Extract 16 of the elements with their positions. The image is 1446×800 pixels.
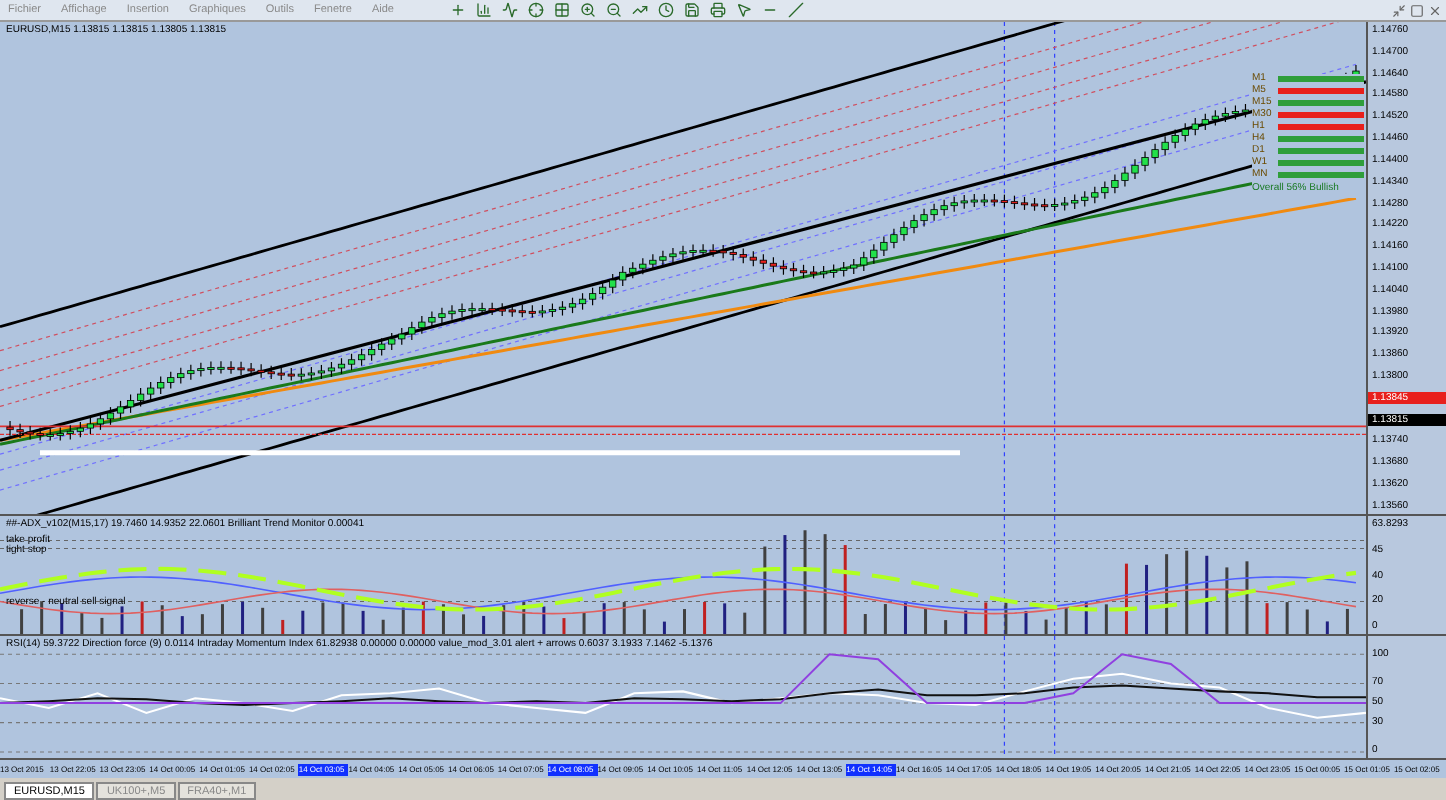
save-icon[interactable]: [683, 2, 700, 18]
printer-icon[interactable]: [709, 2, 726, 18]
zoom-in-icon[interactable]: [579, 2, 596, 18]
add-chart-icon[interactable]: [449, 2, 466, 18]
crosshair-icon[interactable]: [527, 2, 544, 18]
clock-icon[interactable]: [657, 2, 674, 18]
maximize-icon[interactable]: [1410, 3, 1424, 17]
cursor-icon[interactable]: [735, 2, 752, 18]
minimize-icon[interactable]: [1392, 3, 1406, 17]
trendline-icon[interactable]: [787, 2, 804, 18]
bar-chart-icon[interactable]: [475, 2, 492, 18]
trend-icon[interactable]: [631, 2, 648, 18]
indicator-icon[interactable]: [501, 2, 518, 18]
zoom-out-icon[interactable]: [605, 2, 622, 18]
grid-icon[interactable]: [553, 2, 570, 18]
close-icon[interactable]: [1428, 3, 1442, 17]
